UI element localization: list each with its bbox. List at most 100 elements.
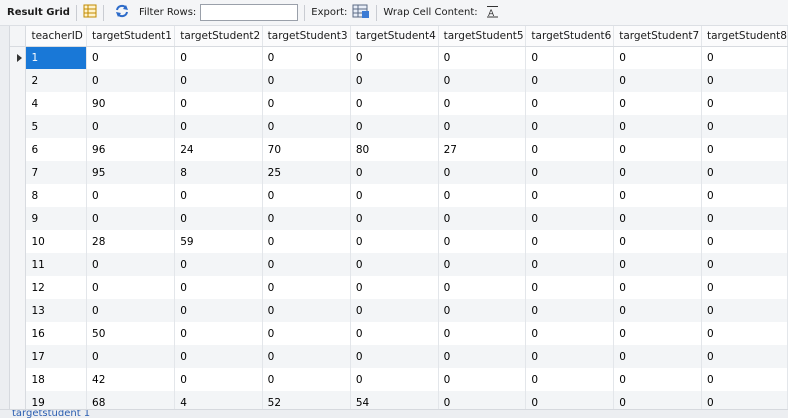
table-row[interactable]: 10 28 59 0 0 0 0 0 0 (10, 230, 788, 253)
grid-cell[interactable]: 0 (525, 207, 615, 230)
row-indicator[interactable] (10, 345, 27, 368)
grid-cell[interactable]: 0 (174, 322, 263, 345)
grid-cell[interactable]: 5 (25, 115, 88, 138)
grid-cell[interactable]: 0 (350, 253, 439, 276)
grid-cell[interactable]: 0 (701, 391, 788, 411)
grid-cell[interactable]: 0 (262, 184, 351, 207)
grid-cell[interactable]: 0 (701, 299, 788, 322)
grid-cell[interactable]: 0 (174, 207, 263, 230)
grid-cell[interactable]: 0 (438, 253, 527, 276)
grid-cell[interactable]: 52 (262, 391, 351, 411)
grid-cell[interactable]: 0 (350, 92, 439, 115)
grid-cell[interactable]: 7 (25, 161, 88, 184)
grid-cell[interactable]: 50 (86, 322, 176, 345)
grid-cell[interactable]: 0 (174, 92, 263, 115)
table-row[interactable]: 800000000 (10, 184, 788, 207)
table-row[interactable]: 18 42 0 0 0 0 0 0 0 (10, 368, 788, 391)
grid-cell[interactable]: 0 (86, 69, 176, 92)
grid-cell[interactable]: 90 (86, 92, 176, 115)
grid-cell[interactable]: 0 (262, 115, 351, 138)
grid-cell[interactable]: 4 (25, 92, 88, 115)
grid-cell[interactable]: 0 (701, 368, 788, 391)
grid-cell[interactable]: 28 (86, 230, 176, 253)
grid-cell[interactable]: 0 (701, 92, 788, 115)
column-header-targetStudent1[interactable]: targetStudent1 (86, 26, 176, 47)
grid-cell[interactable]: 27 (438, 138, 527, 161)
grid-cell[interactable]: 0 (262, 46, 351, 69)
grid-cell[interactable]: 96 (86, 138, 176, 161)
grid-cell[interactable]: 16 (25, 322, 88, 345)
grid-cell[interactable]: 0 (613, 92, 702, 115)
column-header-teacherID[interactable]: teacherID (25, 26, 88, 47)
row-indicator[interactable] (10, 184, 27, 207)
grid-cell[interactable]: 8 (25, 184, 88, 207)
grid-cell[interactable]: 0 (262, 92, 351, 115)
row-indicator[interactable] (10, 138, 27, 161)
grid-cell[interactable]: 0 (525, 322, 615, 345)
grid-cell[interactable]: 0 (525, 368, 615, 391)
grid-cell[interactable]: 0 (174, 345, 263, 368)
grid-cell[interactable]: 0 (86, 115, 176, 138)
grid-cell[interactable]: 0 (174, 276, 263, 299)
grid-cell[interactable]: 0 (613, 115, 702, 138)
grid-cell[interactable]: 0 (701, 115, 788, 138)
grid-cell[interactable]: 0 (613, 345, 702, 368)
row-indicator[interactable] (10, 299, 27, 322)
grid-cell[interactable]: 18 (25, 368, 88, 391)
grid-icon[interactable] (83, 4, 97, 21)
row-indicator[interactable] (10, 322, 27, 345)
column-header-targetStudent3[interactable]: targetStudent3 (262, 26, 351, 47)
grid-cell[interactable]: 0 (701, 184, 788, 207)
grid-cell[interactable]: 0 (438, 230, 527, 253)
grid-cell[interactable]: 0 (438, 207, 527, 230)
grid-cell[interactable]: 0 (613, 299, 702, 322)
grid-cell[interactable]: 0 (438, 115, 527, 138)
table-row[interactable]: 4 90 0 0 0 0 0 0 0 (10, 92, 788, 115)
grid-cell[interactable]: 0 (350, 368, 439, 391)
row-indicator[interactable] (10, 276, 27, 299)
grid-cell[interactable]: 12 (25, 276, 88, 299)
grid-cell[interactable]: 25 (262, 161, 351, 184)
grid-cell[interactable]: 6 (25, 138, 88, 161)
grid-cell[interactable]: 0 (174, 69, 263, 92)
grid-cell[interactable]: 0 (701, 253, 788, 276)
grid-cell[interactable]: 0 (438, 184, 527, 207)
column-header-targetStudent6[interactable]: targetStudent6 (525, 26, 615, 47)
grid-cell[interactable]: 0 (701, 69, 788, 92)
grid-cell[interactable]: 9 (25, 207, 88, 230)
grid-cell[interactable]: 24 (174, 138, 263, 161)
grid-cell[interactable]: 0 (174, 184, 263, 207)
grid-cell[interactable]: 0 (613, 230, 702, 253)
grid-cell[interactable]: 0 (525, 345, 615, 368)
column-header-targetStudent2[interactable]: targetStudent2 (174, 26, 263, 47)
grid-cell[interactable]: 0 (525, 138, 615, 161)
grid-cell[interactable]: 0 (350, 69, 439, 92)
grid-cell[interactable]: 0 (262, 207, 351, 230)
grid-cell[interactable]: 0 (613, 368, 702, 391)
grid-cell[interactable]: 54 (350, 391, 439, 411)
grid-cell[interactable]: 0 (613, 207, 702, 230)
row-indicator[interactable] (10, 207, 27, 230)
grid-cell[interactable]: 0 (438, 368, 527, 391)
table-row[interactable]: 7 95 8 25 0 0 0 0 0 (10, 161, 788, 184)
row-indicator[interactable] (10, 161, 27, 184)
grid-cell[interactable]: 0 (438, 345, 527, 368)
row-indicator[interactable] (10, 230, 27, 253)
grid-cell[interactable]: 80 (350, 138, 439, 161)
grid-cell[interactable]: 0 (438, 46, 527, 69)
grid-cell[interactable]: 0 (350, 299, 439, 322)
table-row[interactable]: 12 0 0 0 0 0 0 0 0 (10, 276, 788, 299)
grid-cell[interactable]: 0 (525, 253, 615, 276)
grid-cell[interactable]: 0 (174, 46, 263, 69)
grid-cell[interactable]: 0 (438, 299, 527, 322)
grid-cell[interactable]: 0 (174, 253, 263, 276)
grid-cell[interactable]: 0 (350, 230, 439, 253)
grid-cell[interactable]: 0 (174, 115, 263, 138)
grid-cell[interactable]: 0 (525, 161, 615, 184)
grid-cell[interactable]: 0 (701, 138, 788, 161)
grid-cell[interactable]: 0 (86, 184, 176, 207)
grid-cell[interactable]: 0 (350, 115, 439, 138)
grid-cell[interactable]: 0 (613, 276, 702, 299)
table-row[interactable]: 19 68 4 52 54 0 0 0 0 (10, 391, 788, 411)
grid-cell[interactable]: 0 (438, 276, 527, 299)
